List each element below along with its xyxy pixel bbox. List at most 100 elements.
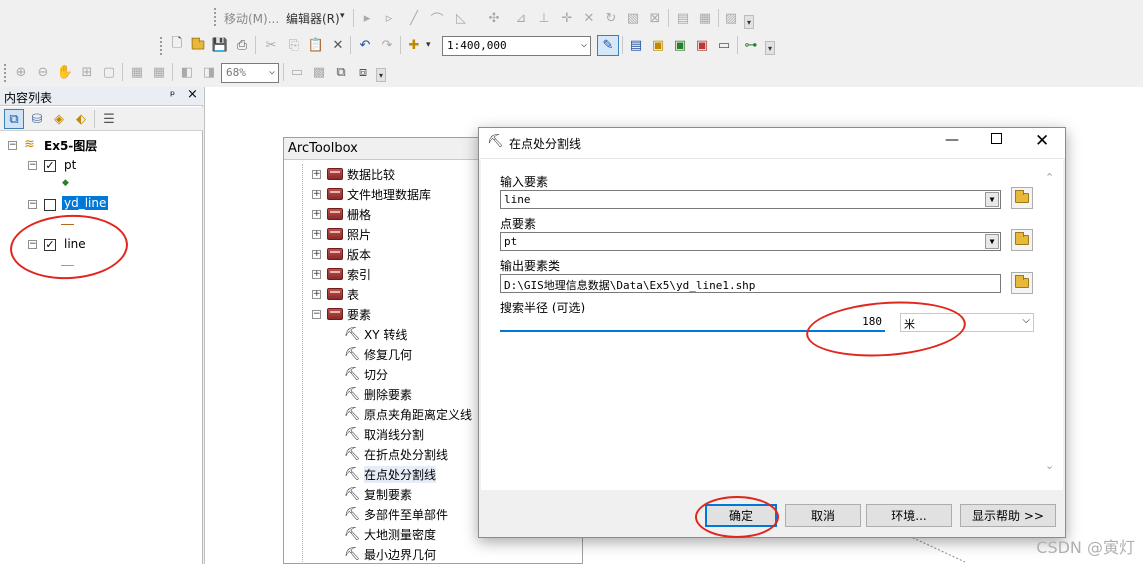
topology-icon[interactable]: ▦ [696,9,714,27]
toolbar-options-arrow[interactable]: ▾ [744,15,754,29]
straight-segment-icon[interactable]: ╱ [405,9,423,27]
toolbar-grip[interactable] [160,37,164,55]
map-scale-combo[interactable]: 1:400,000 ⌵ [442,36,591,56]
undo-icon[interactable]: ↶ [356,36,374,54]
delete-icon[interactable]: ✕ [329,36,347,54]
zoom-out-icon[interactable]: ⊖ [34,63,52,81]
layout-zoom-combo[interactable]: 68% ⌵ [221,63,279,83]
toolbar-grip[interactable] [4,64,8,82]
tool-row[interactable]: ⛏ 复制要素 [344,484,412,504]
tool-row[interactable]: ⛏ XY 转线 [344,324,408,344]
copy-icon[interactable]: ⎘ [285,36,303,54]
tool-row[interactable]: ⛏ 原点夹角距离定义线 [344,404,472,424]
fixed-zoom-out-icon[interactable]: ▦ [150,63,168,81]
print-icon[interactable]: ⎙ [233,36,251,54]
browse-output-button[interactable] [1011,272,1033,294]
add-data-icon[interactable]: ✚ [405,36,423,54]
collapse-toggle[interactable]: − [28,161,37,170]
reshape-icon[interactable]: ⊥ [535,9,553,27]
cut-icon[interactable]: ✂ [262,36,280,54]
input-features-field[interactable]: line ▼ [500,190,1001,209]
construction-tools-icon[interactable]: ◺ [452,9,470,27]
pin-icon[interactable]: ᵖ [170,88,175,102]
maximize-icon[interactable] [991,133,1002,144]
list-by-selection-icon[interactable]: ⬖ [72,110,90,128]
expand-toggle[interactable]: + [312,189,321,199]
arctoolbox-icon[interactable]: ▣ [693,36,711,54]
full-extent-icon[interactable]: ⊞ [78,63,96,81]
tool-row[interactable]: ⛏ 修复几何 [344,344,412,364]
expand-toggle[interactable]: + [312,229,321,239]
tool-row[interactable]: ⛏ 最小边界几何 [344,544,436,564]
move-menu[interactable]: 移动(M)... [224,10,279,27]
edit-vertices-icon[interactable]: ⊿ [512,9,530,27]
minimize-icon[interactable]: — [945,132,959,148]
toggle-draft-mode-icon[interactable]: ▭ [288,63,306,81]
catalog-window-icon[interactable]: ▣ [649,36,667,54]
paste-icon[interactable]: 📋 [307,36,325,54]
zoom-whole-page-icon[interactable]: ▢ [100,63,118,81]
table-icon[interactable]: ▤ [674,9,692,27]
toolset-row[interactable]: + 版本 [312,244,371,264]
layer-name-selected[interactable]: yd_line [62,196,109,210]
browse-input-button[interactable] [1011,187,1033,209]
tool-row[interactable]: ⛏ 多部件至单部件 [344,504,448,524]
open-folder-icon[interactable] [189,36,207,54]
edit-annotation-icon[interactable]: ▹ [380,9,398,27]
list-by-drawing-order-icon[interactable]: ⧉ [4,109,24,129]
toolset-row[interactable]: + 文件地理数据库 [312,184,431,204]
model-builder-icon[interactable]: ⊶ [742,36,760,54]
redo-icon[interactable]: ↷ [378,36,396,54]
rotate-icon[interactable]: ↻ [602,9,620,27]
pan-icon[interactable]: ✋ [56,63,74,81]
toolset-row[interactable]: + 栅格 [312,204,371,224]
scroll-down-icon[interactable]: ⌄ [1045,459,1054,472]
linear-unit-select[interactable]: 米 ⌵ [900,313,1034,332]
collapse-toggle[interactable]: − [28,200,37,209]
editor-toolbar-icon[interactable]: ✎ [597,35,619,56]
tool-row[interactable]: ⛏ 大地测量密度 [344,524,436,544]
tool-row[interactable]: ⛏ 删除要素 [344,384,412,404]
layer-visibility-checkbox[interactable]: ✓ [44,160,56,172]
point-tool-icon[interactable]: ✣ [485,9,503,27]
attributes-icon[interactable]: ▧ [624,9,642,27]
scroll-up-icon[interactable]: ⌃ [1045,171,1054,184]
zoom-in-icon[interactable]: ⊕ [12,63,30,81]
options-icon[interactable]: ☰ [100,110,118,128]
list-by-source-icon[interactable]: ⛁ [28,110,46,128]
focus-data-frame-icon[interactable]: ▩ [310,63,328,81]
chevron-down-icon[interactable]: ▾ [426,40,431,50]
table-of-contents-icon[interactable]: ▤ [627,36,645,54]
output-feature-class-field[interactable]: D:\GIS地理信息数据\Data\Ex5\yd_line1.shp [500,274,1001,293]
save-icon[interactable]: 💾 [211,36,229,54]
expand-toggle[interactable]: + [312,289,321,299]
data-driven-pages-icon[interactable]: ⧈ [354,63,372,81]
editor-menu[interactable]: 编辑器(R) [286,10,340,27]
toolset-row[interactable]: + 索引 [312,264,371,284]
tool-row[interactable]: ⛏ 在点处分割线 [344,464,437,484]
expand-toggle[interactable]: + [312,249,321,259]
expand-toggle[interactable]: + [312,209,321,219]
chevron-down-icon[interactable]: ▼ [985,192,999,207]
sketch-properties-icon[interactable]: ⊠ [646,9,664,27]
tool-row[interactable]: ⛏ 切分 [344,364,388,384]
point-features-field[interactable]: pt ▼ [500,232,1001,251]
environments-button[interactable]: 环境... [866,504,952,527]
next-extent-icon[interactable]: ◨ [200,63,218,81]
close-icon[interactable]: × [187,87,198,102]
toolbar-grip[interactable] [214,8,218,26]
endpoint-arc-icon[interactable]: ⌒ [428,9,446,28]
tool-row[interactable]: ⛏ 在折点处分割线 [344,444,448,464]
toolset-row[interactable]: + 表 [312,284,359,304]
expand-toggle[interactable]: + [312,269,321,279]
cut-polygons-icon[interactable]: ✛ [558,9,576,27]
toolset-row[interactable]: + 照片 [312,224,371,244]
ok-button[interactable]: 确定 [705,504,777,527]
layer-name[interactable]: line [64,237,86,251]
toolbar-options-arrow[interactable]: ▾ [765,41,775,55]
layer-name[interactable]: pt [64,158,76,172]
show-help-button[interactable]: 显示帮助 >> [960,504,1056,527]
tool-row[interactable]: ⛏ 取消线分割 [344,424,424,444]
previous-extent-icon[interactable]: ◧ [178,63,196,81]
cancel-button[interactable]: 取消 [785,504,861,527]
